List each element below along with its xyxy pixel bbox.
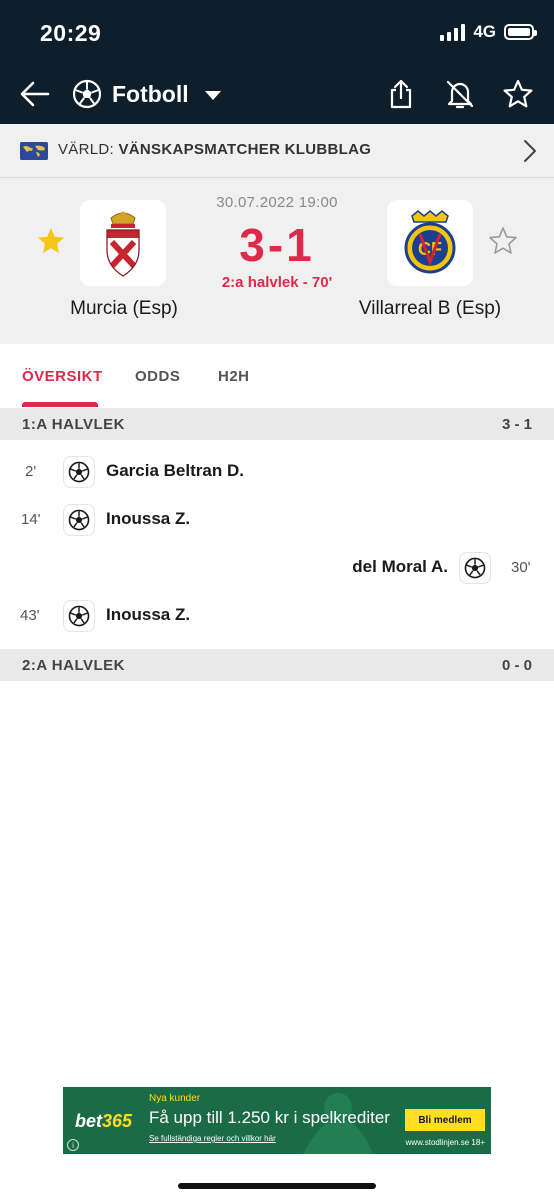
battery-icon: [504, 24, 537, 40]
event-row[interactable]: del Moral A. 30': [0, 548, 554, 588]
event-minute: 2': [25, 463, 37, 480]
away-team-name[interactable]: Villarreal B (Esp): [340, 298, 520, 320]
event-row[interactable]: 14' Inoussa Z.: [0, 500, 554, 540]
event-player: Garcia Beltran D.: [106, 461, 244, 480]
villarreal-crest-icon: CF: [404, 210, 456, 274]
ad-terms-link[interactable]: Se fullständiga regler och villkor här: [149, 1134, 276, 1143]
tab-oversikt[interactable]: ÖVERSIKT: [22, 368, 103, 385]
ad-headline: Få upp till 1.250 kr i spelkrediter: [149, 1108, 390, 1127]
home-team-name[interactable]: Murcia (Esp): [44, 298, 204, 320]
event-minute: 14': [21, 511, 41, 528]
bell-off-icon[interactable]: [444, 78, 476, 110]
status-time: 20:29: [40, 20, 102, 46]
signal-icon: [440, 23, 466, 41]
chevron-right-icon: [524, 140, 536, 162]
tab-odds[interactable]: ODDS: [135, 368, 180, 385]
goal-ball-icon: [63, 456, 95, 488]
period-header-1: 1:A HALVLEK 3 - 1: [0, 408, 554, 440]
league-name: VÄNSKAPSMATCHER KLUBBLAG: [118, 141, 372, 158]
event-row[interactable]: 43' Inoussa Z.: [0, 596, 554, 636]
active-tab-indicator: [22, 402, 98, 407]
period-label: 1:A HALVLEK: [22, 416, 125, 433]
ad-footer: www.stodlinjen.se 18+: [405, 1138, 485, 1147]
period-score: 0 - 0: [501, 657, 532, 674]
event-minute: 30': [511, 559, 531, 576]
sport-label: Fotboll: [112, 80, 189, 107]
event-player: Inoussa Z.: [106, 605, 191, 624]
goal-ball-icon: [63, 600, 95, 632]
goal-ball-icon: [459, 552, 491, 584]
league-title: VÄRLD: VÄNSKAPSMATCHER KLUBBLAG: [58, 141, 372, 158]
ad-banner[interactable]: bet365 Nya kunder Få upp till 1.250 kr i…: [63, 1087, 491, 1154]
match-tabs: ÖVERSIKT ODDS H2H: [0, 344, 554, 408]
event-row[interactable]: 2' Garcia Beltran D.: [0, 452, 554, 492]
goal-ball-icon: [63, 504, 95, 536]
event-player: Inoussa Z.: [106, 509, 191, 528]
period-header-2: 2:A HALVLEK 0 - 0: [0, 649, 554, 681]
period-label: 2:A HALVLEK: [22, 657, 125, 674]
ad-kicker: Nya kunder: [149, 1093, 201, 1104]
event-player: del Moral A.: [352, 557, 448, 576]
back-arrow-icon[interactable]: [18, 78, 52, 110]
app-header: 20:29 4G Fotboll: [0, 0, 554, 124]
network-type: 4G: [473, 22, 496, 41]
ad-cta-button[interactable]: Bli medlem: [405, 1109, 485, 1131]
match-header: Murcia (Esp) 30.07.2022 19:00 3-1 2:a ha…: [0, 178, 554, 344]
info-icon[interactable]: i: [67, 1139, 79, 1151]
share-icon[interactable]: [385, 78, 417, 110]
event-minute: 43': [20, 607, 40, 624]
away-favorite-star-icon[interactable]: [488, 226, 518, 256]
star-outline-icon[interactable]: [502, 78, 534, 110]
league-row[interactable]: VÄRLD: VÄNSKAPSMATCHER KLUBBLAG: [0, 124, 554, 178]
away-team-logo[interactable]: CF: [387, 200, 473, 286]
world-flag-icon: [20, 142, 48, 160]
nav-bar: Fotboll: [0, 70, 554, 118]
tab-h2h[interactable]: H2H: [218, 368, 250, 385]
chevron-down-icon: [204, 90, 221, 100]
soccer-ball-icon: [72, 79, 102, 109]
period-score: 3 - 1: [501, 416, 532, 433]
ad-brand-logo: bet365: [75, 1111, 133, 1131]
home-indicator[interactable]: [178, 1183, 376, 1189]
sport-selector[interactable]: Fotboll: [72, 74, 221, 114]
status-indicators: 4G: [440, 22, 537, 42]
